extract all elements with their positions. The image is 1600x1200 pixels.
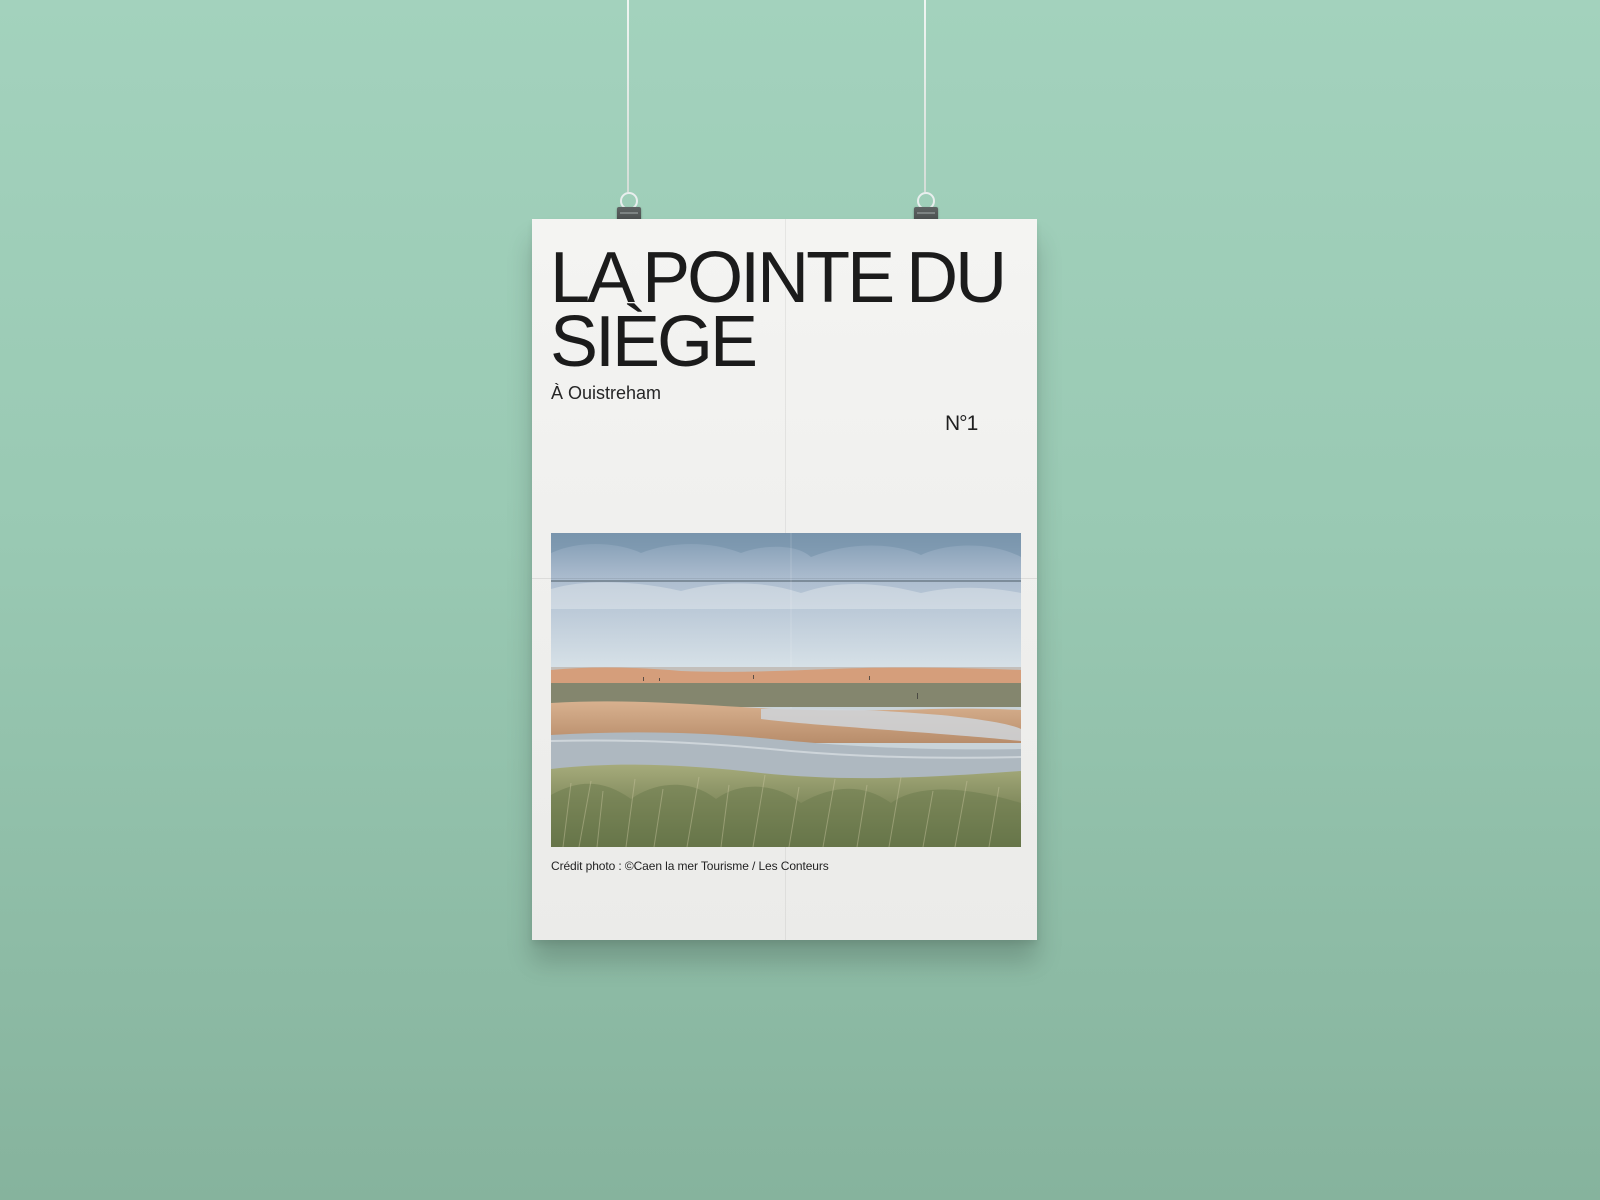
photo-credit: Crédit photo : ©Caen la mer Tourisme / L… — [551, 859, 829, 873]
poster: LA POINTE DU SIÈGE À Ouistreham N°1 Créd… — [532, 219, 1037, 940]
poster-subtitle: À Ouistreham — [551, 383, 662, 403]
landscape-photo — [551, 533, 1021, 847]
poster-title: LA POINTE DU SIÈGE — [550, 238, 1007, 382]
landscape-photo-art — [551, 533, 1021, 847]
left-hanging-string — [627, 0, 629, 192]
right-hanging-string — [924, 0, 926, 192]
poster-number: N°1 — [945, 412, 978, 435]
